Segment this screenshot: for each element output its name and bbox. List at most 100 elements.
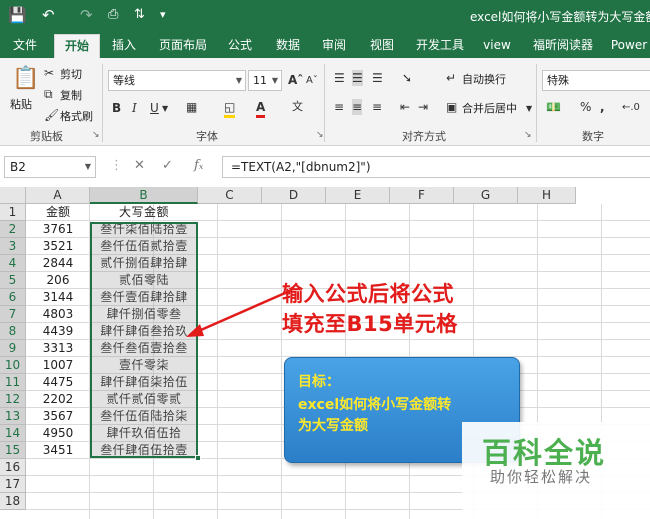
tab-developer[interactable]: 开发工具 xyxy=(412,32,468,58)
merge-center-icon[interactable]: ▣ xyxy=(446,99,457,115)
font-launcher-icon[interactable]: ↘ xyxy=(316,130,324,140)
row-header-14[interactable]: 14 xyxy=(0,425,26,442)
row-header-3[interactable]: 3 xyxy=(0,238,26,255)
number-format-select[interactable]: 特殊 xyxy=(542,70,650,91)
align-right-icon[interactable]: ≡ xyxy=(372,99,382,115)
cell-a3[interactable]: 3521 xyxy=(26,238,90,255)
cell-a13[interactable]: 3567 xyxy=(26,408,90,425)
row-header-12[interactable]: 12 xyxy=(0,391,26,408)
shrink-font-icon[interactable]: Aˇ xyxy=(306,73,318,89)
phonetic-icon[interactable]: 文 xyxy=(292,99,303,115)
fill-color-icon[interactable]: ◱ xyxy=(224,99,236,118)
align-top-icon[interactable]: ☰ xyxy=(334,70,345,86)
increase-decimal-icon[interactable]: ←.0 xyxy=(622,100,640,116)
cell-a5[interactable]: 206 xyxy=(26,272,90,289)
cell-a2[interactable]: 3761 xyxy=(26,221,90,238)
sort-icon[interactable]: ⇅ xyxy=(134,5,145,25)
column-header-c[interactable]: C xyxy=(198,187,262,204)
row-header-9[interactable]: 9 xyxy=(0,340,26,357)
cancel-icon[interactable]: ✕ xyxy=(134,158,145,173)
tab-page-layout[interactable]: 页面布局 xyxy=(154,32,212,58)
format-painter-icon[interactable]: 🖌 xyxy=(44,107,59,123)
insert-function-icon[interactable]: fₓ xyxy=(194,158,203,173)
decrease-indent-icon[interactable]: ⇤ xyxy=(400,99,410,115)
tab-review[interactable]: 审阅 xyxy=(316,32,352,58)
redo-icon[interactable]: ↷ xyxy=(80,5,93,25)
font-name-select[interactable]: 等线 ▼ xyxy=(108,70,246,91)
chevron-down-icon[interactable]: ▼ xyxy=(526,101,532,117)
cut-icon[interactable]: ✂ xyxy=(44,65,54,81)
customize-toolbar-icon[interactable]: ▾ xyxy=(160,5,166,25)
cell-a10[interactable]: 1007 xyxy=(26,357,90,374)
row-header-13[interactable]: 13 xyxy=(0,408,26,425)
row-header-15[interactable]: 15 xyxy=(0,442,26,459)
cell-a11[interactable]: 4475 xyxy=(26,374,90,391)
cell-a7[interactable]: 4803 xyxy=(26,306,90,323)
fill-handle[interactable] xyxy=(195,455,201,461)
tab-formulas[interactable]: 公式 xyxy=(222,32,258,58)
tab-view-en[interactable]: view xyxy=(480,32,514,58)
tab-power[interactable]: Power xyxy=(608,32,650,58)
wrap-text-button[interactable]: 自动换行 xyxy=(462,71,506,87)
tab-data[interactable]: 数据 xyxy=(270,32,306,58)
align-center-icon[interactable]: ≡ xyxy=(352,99,363,115)
column-header-a[interactable]: A xyxy=(26,187,90,204)
column-header-d[interactable]: D xyxy=(262,187,326,204)
font-color-icon[interactable]: A xyxy=(256,99,266,118)
cell-a9[interactable]: 3313 xyxy=(26,340,90,357)
tab-insert[interactable]: 插入 xyxy=(106,32,142,58)
tab-home[interactable]: 开始 xyxy=(54,34,100,58)
row-header-16[interactable]: 16 xyxy=(0,459,26,476)
row-header-5[interactable]: 5 xyxy=(0,272,26,289)
italic-icon[interactable]: I xyxy=(132,100,137,116)
cell-a6[interactable]: 3144 xyxy=(26,289,90,306)
column-header-b[interactable]: B xyxy=(90,187,198,204)
row-header-11[interactable]: 11 xyxy=(0,374,26,391)
copy-icon[interactable]: ⧉ xyxy=(44,86,53,102)
row-header-17[interactable]: 17 xyxy=(0,476,26,493)
print-preview-icon[interactable]: ⎙ xyxy=(108,5,118,25)
copy-button[interactable]: 复制 xyxy=(60,87,82,103)
row-header-8[interactable]: 8 xyxy=(0,323,26,340)
accounting-format-icon[interactable]: 💵 xyxy=(546,99,561,115)
save-icon[interactable]: 💾 xyxy=(8,5,27,25)
formula-input[interactable]: =TEXT(A2,"[dbnum2]") xyxy=(222,156,650,178)
row-header-7[interactable]: 7 xyxy=(0,306,26,323)
alignment-launcher-icon[interactable]: ↘ xyxy=(524,130,532,140)
undo-icon[interactable]: ↶ xyxy=(42,5,55,25)
grow-font-icon[interactable]: Aˆ xyxy=(288,72,303,88)
format-painter-button[interactable]: 格式刷 xyxy=(60,108,93,124)
cell-a1[interactable]: 金额 xyxy=(26,204,90,221)
orientation-icon[interactable]: ➘ xyxy=(402,70,412,86)
wrap-text-icon[interactable]: ↵ xyxy=(446,70,456,86)
select-all-corner[interactable] xyxy=(0,187,26,204)
borders-icon[interactable]: ▦ xyxy=(186,99,197,115)
cut-button[interactable]: 剪切 xyxy=(60,66,82,82)
tab-file[interactable]: 文件 xyxy=(6,32,44,58)
column-header-e[interactable]: E xyxy=(326,187,390,204)
paste-button[interactable]: 粘贴 xyxy=(10,96,32,112)
underline-icon[interactable]: U xyxy=(150,100,159,116)
row-header-10[interactable]: 10 xyxy=(0,357,26,374)
align-bottom-icon[interactable]: ☰ xyxy=(372,70,383,86)
row-header-18[interactable]: 18 xyxy=(0,493,26,510)
tab-foxit-reader[interactable]: 福昕阅读器 xyxy=(528,32,598,58)
cell-a14[interactable]: 4950 xyxy=(26,425,90,442)
column-header-f[interactable]: F xyxy=(390,187,454,204)
row-header-6[interactable]: 6 xyxy=(0,289,26,306)
row-header-1[interactable]: 1 xyxy=(0,204,26,221)
bold-icon[interactable]: B xyxy=(112,100,121,116)
cell-b1[interactable]: 大写金额 xyxy=(90,204,198,221)
comma-style-icon[interactable]: , xyxy=(600,99,605,115)
align-middle-icon[interactable]: ☰ xyxy=(352,70,363,86)
cell-a12[interactable]: 2202 xyxy=(26,391,90,408)
chevron-down-icon[interactable]: ▼ xyxy=(162,101,168,117)
column-header-h[interactable]: H xyxy=(518,187,576,204)
paste-icon[interactable]: 📋 xyxy=(12,66,39,92)
font-size-select[interactable]: 11 ▼ xyxy=(248,70,282,91)
increase-indent-icon[interactable]: ⇥ xyxy=(418,99,428,115)
cell-a4[interactable]: 2844 xyxy=(26,255,90,272)
cell-a8[interactable]: 4439 xyxy=(26,323,90,340)
merge-center-button[interactable]: 合并后居中 xyxy=(462,100,517,116)
row-header-4[interactable]: 4 xyxy=(0,255,26,272)
